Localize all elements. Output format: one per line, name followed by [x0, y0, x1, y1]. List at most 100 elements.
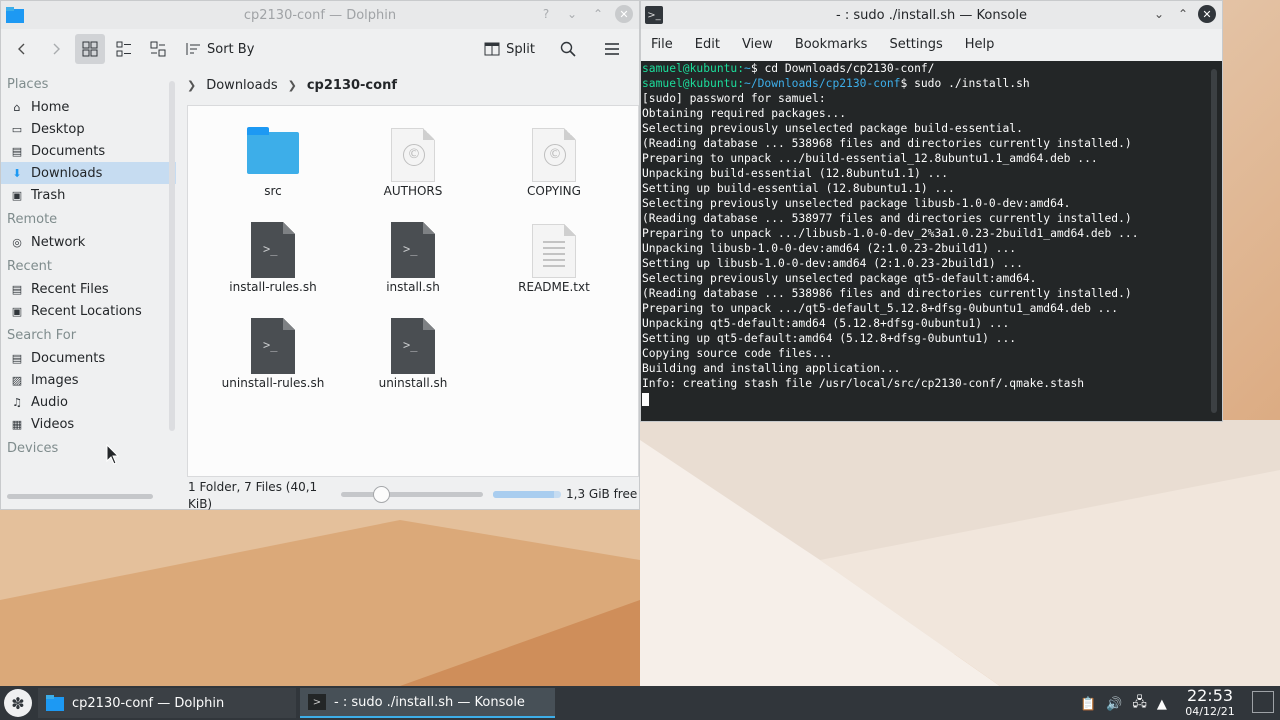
maximize-button[interactable]: ⌃: [589, 5, 607, 23]
sort-icon: [186, 43, 200, 55]
places-item-label: Documents: [31, 143, 106, 159]
terminal-line: Unpacking build-essential (12.8ubuntu1.1…: [642, 167, 949, 180]
compact-view-icon: [116, 41, 131, 57]
places-item-recent-files[interactable]: ▤ Recent Files: [1, 278, 176, 300]
prompt-command: cd Downloads/cp2130-conf/: [764, 62, 935, 75]
menu-view[interactable]: View: [742, 37, 773, 52]
menu-file[interactable]: File: [651, 37, 673, 52]
script-shape: >_: [251, 318, 295, 374]
places-item-label: Network: [31, 234, 86, 250]
file-name: uninstall-rules.sh: [221, 376, 325, 390]
konsole-titlebar[interactable]: >_ - : sudo ./install.sh — Konsole ⌄ ⌃ ✕: [641, 1, 1222, 29]
close-button[interactable]: ✕: [1198, 5, 1216, 23]
places-item-network[interactable]: ◎ Network: [1, 231, 176, 253]
dolphin-toolbar: Sort By Split: [1, 29, 639, 69]
places-item-trash[interactable]: ▣ Trash: [1, 184, 176, 206]
hamburger-menu-button[interactable]: [597, 34, 627, 64]
shell-script-icon: >_: [243, 310, 303, 374]
icons-view-button[interactable]: [75, 34, 105, 64]
places-section-title: Recent: [7, 259, 52, 274]
terminal-scrollbar[interactable]: [1211, 69, 1217, 413]
compact-view-button[interactable]: [109, 34, 139, 64]
network-icon[interactable]: 🖧: [1132, 693, 1147, 715]
places-item-desktop[interactable]: ▭ Desktop: [1, 118, 176, 140]
places-item-images[interactable]: ▨ Images: [1, 369, 176, 391]
text-file-icon: [524, 214, 584, 278]
terminal-line: samuel@kubuntu:~$ cd Downloads/cp2130-co…: [642, 61, 1222, 76]
maximize-button[interactable]: ⌃: [1174, 5, 1192, 23]
minimize-button[interactable]: ⌄: [1150, 5, 1168, 23]
digital-clock[interactable]: 22:53 04/12/21: [1178, 687, 1242, 719]
places-item-recent-locations[interactable]: ▣ Recent Locations: [1, 300, 176, 322]
places-item-documents[interactable]: ▤ Documents: [1, 140, 176, 162]
videos-icon: ▦: [11, 417, 23, 431]
forward-icon: [53, 43, 60, 55]
sort-by-button[interactable]: Sort By: [177, 34, 262, 64]
file-item[interactable]: README.txt: [484, 214, 624, 294]
home-icon: ⌂: [13, 100, 21, 114]
file-item[interactable]: >_ install-rules.sh: [203, 214, 343, 294]
places-scrollbar[interactable]: [169, 81, 175, 431]
file-view[interactable]: src © AUTHORS © COPYING >_ install-rules.sh >_ i…: [187, 105, 639, 477]
breadcrumb-downloads[interactable]: Downloads: [206, 78, 277, 93]
forward-button[interactable]: [41, 34, 71, 64]
file-item[interactable]: © COPYING: [484, 118, 624, 198]
menu-help[interactable]: Help: [965, 37, 995, 52]
breadcrumb-current[interactable]: cp2130-conf: [307, 78, 397, 93]
terminal-line: Preparing to unpack .../libusb-1.0-0-dev…: [642, 227, 1139, 240]
prompt-command: sudo ./install.sh: [914, 77, 1030, 90]
clipboard-icon[interactable]: 📋: [1080, 697, 1096, 712]
search-button[interactable]: [553, 34, 583, 64]
file-item[interactable]: >_ install.sh: [343, 214, 483, 294]
konsole-window[interactable]: >_ - : sudo ./install.sh — Konsole ⌄ ⌃ ✕…: [640, 0, 1223, 422]
terminal-line: Building and installing application...: [642, 362, 901, 375]
file-item[interactable]: src: [203, 118, 343, 198]
terminal-line: Selecting previously unselected package …: [642, 122, 1023, 135]
task-dolphin[interactable]: cp2130-conf — Dolphin: [38, 688, 296, 718]
file-name: uninstall.sh: [378, 376, 448, 390]
zoom-slider-handle[interactable]: [373, 486, 390, 503]
close-button[interactable]: ✕: [615, 5, 633, 23]
minimize-button[interactable]: ⌄: [563, 5, 581, 23]
expand-tray-icon[interactable]: ▲: [1157, 697, 1167, 712]
zoom-slider-track[interactable]: [341, 492, 483, 497]
back-icon: [18, 43, 25, 55]
places-item-label: Documents: [31, 350, 106, 366]
places-horizontal-scrollbar[interactable]: [7, 494, 153, 499]
places-panel: Places ⌂ Home ▭ Desktop ▤ Documents ⬇ Downloads ▣…: [1, 71, 176, 491]
audio-icon: ♫: [12, 395, 22, 409]
dolphin-window[interactable]: cp2130-conf — Dolphin ? ⌄ ⌃ ✕ Sort By Sp…: [0, 0, 640, 511]
file-item[interactable]: © AUTHORS: [343, 118, 483, 198]
volume-icon[interactable]: 🔊: [1106, 697, 1122, 712]
places-item-videos[interactable]: ▦ Videos: [1, 413, 176, 435]
back-button[interactable]: [7, 34, 37, 64]
places-item-documents[interactable]: ▤ Documents: [1, 347, 176, 369]
dolphin-titlebar[interactable]: cp2130-conf — Dolphin ? ⌄ ⌃ ✕: [1, 1, 639, 29]
file-item[interactable]: >_ uninstall.sh: [343, 310, 483, 390]
document-shape: ©: [391, 128, 435, 182]
hamburger-menu-icon: [605, 43, 619, 55]
places-item-label: Downloads: [31, 165, 103, 181]
places-item-home[interactable]: ⌂ Home: [1, 96, 176, 118]
help-icon[interactable]: ?: [537, 5, 555, 23]
places-item-audio[interactable]: ♫ Audio: [1, 391, 176, 413]
places-item-label: Recent Locations: [31, 303, 142, 319]
split-button[interactable]: Split: [480, 34, 539, 64]
places-item-label: Desktop: [31, 121, 85, 137]
copyright-icon: ©: [544, 144, 566, 166]
downloads-icon: ⬇: [12, 166, 22, 180]
terminal-output[interactable]: samuel@kubuntu:~$ cd Downloads/cp2130-co…: [641, 61, 1222, 421]
menu-settings[interactable]: Settings: [889, 37, 942, 52]
details-view-button[interactable]: [143, 34, 173, 64]
file-item[interactable]: >_ uninstall-rules.sh: [203, 310, 343, 390]
menu-edit[interactable]: Edit: [695, 37, 720, 52]
places-item-downloads[interactable]: ⬇ Downloads: [1, 162, 176, 184]
places-item-label: Trash: [31, 187, 66, 203]
prompt-glyph-icon: >_: [263, 242, 278, 256]
application-launcher-icon[interactable]: ✽: [4, 689, 32, 717]
task-konsole[interactable]: > - : sudo ./install.sh — Konsole: [300, 688, 555, 718]
prompt-separator: :: [737, 77, 745, 90]
menu-bookmarks[interactable]: Bookmarks: [795, 37, 868, 52]
show-desktop-button[interactable]: [1252, 691, 1274, 713]
terminal-line: (Reading database ... 538977 files and d…: [642, 212, 1132, 225]
